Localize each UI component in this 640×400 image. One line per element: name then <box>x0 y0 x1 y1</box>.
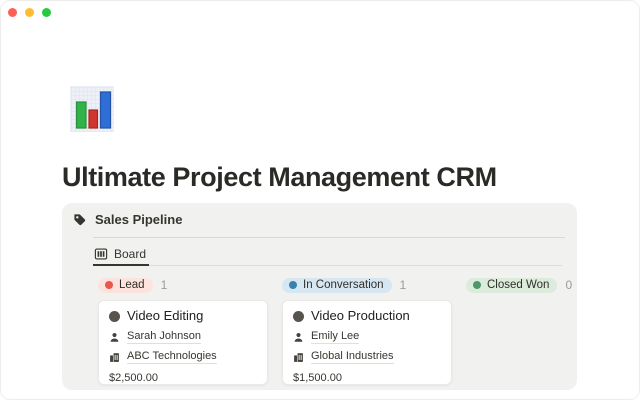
column-count: 1 <box>160 278 168 292</box>
card-company: Global Industries <box>311 350 394 364</box>
card-video-editing[interactable]: Video Editing Sarah Johnson ABC Technolo… <box>98 300 268 385</box>
person-icon <box>293 332 304 343</box>
column-header: Lead 1 <box>98 277 268 293</box>
sales-pipeline-database: Sales Pipeline Board Lead 1 Video Editin… <box>62 203 577 390</box>
status-dot-icon <box>289 280 297 289</box>
card-amount: $1,500.00 <box>293 372 342 384</box>
building-icon <box>109 352 120 363</box>
card-title: Video Editing <box>127 308 204 323</box>
zoom-button[interactable] <box>42 8 51 17</box>
status-label: In Conversation <box>303 278 384 291</box>
page-dot-icon <box>293 310 304 322</box>
page-bar-chart-emoji-icon <box>67 83 117 136</box>
header-divider <box>93 237 565 238</box>
card-title: Video Production <box>311 308 410 323</box>
database-title: Sales Pipeline <box>95 212 183 227</box>
page-dot-icon <box>109 310 120 322</box>
app-window: Ultimate Project Management CRM Sales Pi… <box>0 0 640 400</box>
status-dot-icon <box>473 280 481 289</box>
card-amount: $2,500.00 <box>109 372 158 384</box>
person-icon <box>109 332 120 343</box>
status-dot-icon <box>105 280 113 289</box>
status-label: Lead <box>119 278 145 291</box>
minimize-button[interactable] <box>25 8 34 17</box>
window-controls <box>8 8 51 17</box>
tab-board-label: Board <box>114 247 147 261</box>
column-count: 0 <box>565 278 573 292</box>
card-company: ABC Technologies <box>127 350 217 364</box>
view-tabs: Board <box>93 244 562 266</box>
column-header: In Conversation 1 <box>282 277 452 293</box>
card-person: Emily Lee <box>311 330 360 344</box>
column-header: Closed Won 0 <box>466 277 577 293</box>
column-count: 1 <box>399 278 407 292</box>
status-label: Closed Won <box>487 278 550 291</box>
column-lead: Lead 1 Video Editing Sarah Johnson ABC T… <box>98 277 268 385</box>
building-icon <box>293 352 304 363</box>
database-header: Sales Pipeline <box>72 212 182 227</box>
column-closed-won: Closed Won 0 <box>466 277 577 385</box>
card-person: Sarah Johnson <box>127 330 201 344</box>
board-view-icon <box>94 247 108 261</box>
card-video-production[interactable]: Video Production Emily Lee Global Indust… <box>282 300 452 385</box>
close-button[interactable] <box>8 8 17 17</box>
page-title: Ultimate Project Management CRM <box>62 162 497 192</box>
status-badge-closed-won[interactable]: Closed Won <box>466 277 558 293</box>
status-badge-lead[interactable]: Lead <box>98 277 153 293</box>
status-badge-in-conversation[interactable]: In Conversation <box>282 277 392 293</box>
tab-board[interactable]: Board <box>93 244 150 266</box>
column-in-conversation: In Conversation 1 Video Production Emily… <box>282 277 452 385</box>
tag-icon <box>72 212 87 227</box>
kanban-board: Lead 1 Video Editing Sarah Johnson ABC T… <box>98 277 577 385</box>
